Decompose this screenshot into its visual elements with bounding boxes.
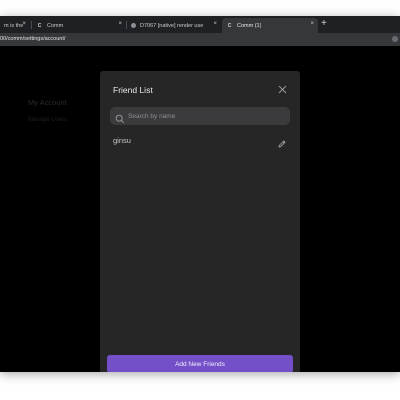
add-new-friends-button[interactable]: Add New Friends [107, 355, 293, 372]
profile-icon[interactable] [392, 36, 398, 42]
account-heading: My Account [28, 98, 67, 107]
browser-window: m is the × C Comm × D7067 [native] rende… [0, 16, 400, 372]
tab-4-close-icon[interactable]: × [310, 21, 314, 27]
tab-3[interactable]: D7067 [native] render use × [127, 18, 221, 33]
comm-favicon-icon: C [37, 22, 42, 29]
tab-2-title: Comm [47, 22, 64, 29]
tab-3-close-icon[interactable]: × [213, 21, 217, 27]
friend-list-modal: Friend List ginsu [100, 71, 300, 372]
tab-strip: m is the × C Comm × D7067 [native] rende… [0, 16, 400, 33]
tab-4-active[interactable]: C Comm (1) × [222, 18, 318, 33]
tab-1-title: m is the [4, 22, 24, 29]
address-toolbar: 00/comm/settings/account/ [0, 33, 400, 46]
pencil-icon[interactable] [277, 136, 287, 148]
tab-2[interactable]: C Comm × [32, 18, 126, 33]
list-item: ginsu [100, 133, 300, 149]
search-box[interactable] [110, 107, 290, 125]
new-tab-plus-icon[interactable]: + [321, 19, 327, 29]
search-input[interactable] [128, 107, 283, 125]
account-subheading: Manage Users [28, 117, 68, 123]
search-icon [115, 111, 125, 124]
tab-2-close-icon[interactable]: × [118, 21, 122, 27]
address-bar[interactable]: 00/comm/settings/account/ [0, 35, 65, 44]
tab-1[interactable]: m is the × [0, 18, 30, 33]
friend-name: ginsu [113, 136, 131, 145]
modal-title: Friend List [113, 85, 153, 95]
tab-1-close-icon[interactable]: × [22, 21, 26, 27]
close-icon[interactable] [276, 83, 288, 95]
phabricator-favicon-icon [131, 23, 136, 28]
page-content: My Account Manage Users Friend List Sear… [0, 46, 400, 372]
tab-3-title: D7067 [native] render use [140, 22, 204, 29]
comm-favicon-icon: C [227, 22, 232, 29]
tab-4-title: Comm (1) [237, 22, 262, 29]
